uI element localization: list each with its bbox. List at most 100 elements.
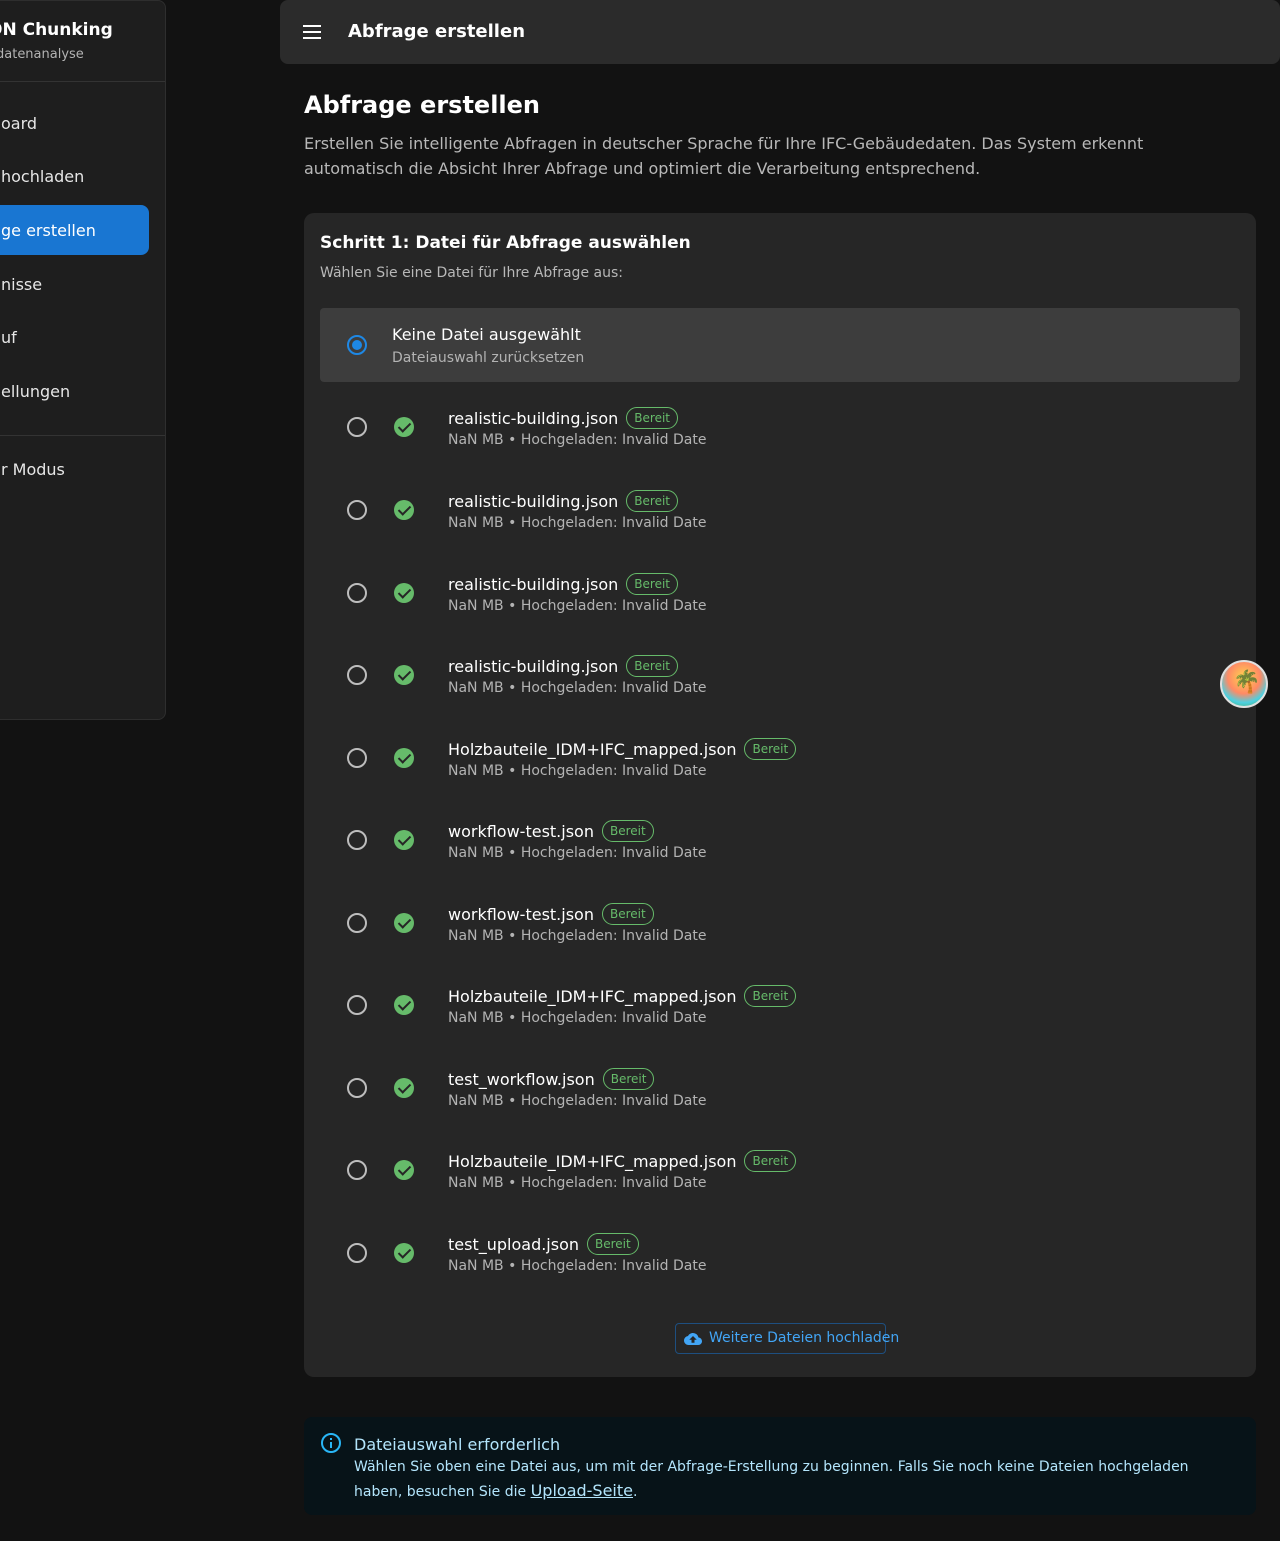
file-meta: NaN MB • Hochgeladen: Invalid Date	[448, 1093, 707, 1109]
status-badge: Bereit	[626, 490, 678, 512]
sidebar-item-label: uf	[1, 327, 17, 347]
file-option-sublabel: Dateiauswahl zurücksetzen	[392, 350, 585, 366]
page-description: Erstellen Sie intelligente Abfragen in d…	[304, 134, 1144, 178]
sidebar-item-dashboard[interactable]: oard	[0, 98, 149, 148]
file-meta: NaN MB • Hochgeladen: Invalid Date	[448, 1010, 707, 1026]
sidebar-item-label: r Modus	[1, 459, 65, 479]
radio-button[interactable]	[347, 583, 367, 603]
file-name-text: Holzbauteile_IDM+IFC_mapped.json	[448, 1151, 737, 1171]
file-name-text: workflow-test.json	[448, 821, 594, 841]
file-option[interactable]: realistic-building.json Bereit NaN MB • Ho…	[320, 633, 1240, 707]
alert-message: Wählen Sie oben eine Datei aus, um mit d…	[354, 1456, 1234, 1504]
alert-text: Wählen Sie oben eine Datei aus, um mit d…	[354, 1459, 1189, 1500]
app-subtitle: edatenanalyse	[0, 47, 84, 62]
file-name: test_workflow.json Bereit	[448, 1068, 655, 1090]
file-option[interactable]: Holzbauteile_IDM+IFC_mapped.json Bereit Na…	[320, 716, 1240, 790]
topbar-title: Abfrage erstellen	[348, 21, 526, 42]
check-circle-icon	[394, 748, 414, 768]
sidebar-divider	[0, 435, 165, 436]
radio-button-selected[interactable]	[347, 335, 367, 355]
file-name-text: realistic-building.json	[448, 491, 619, 511]
menu-icon[interactable]	[303, 25, 321, 39]
sidebar-header: ON Chunking edatenanalyse	[0, 1, 165, 82]
radio-button[interactable]	[347, 995, 367, 1015]
file-name-text: Holzbauteile_IDM+IFC_mapped.json	[448, 739, 737, 759]
sidebar-item-create-query[interactable]: ge erstellen	[0, 205, 149, 255]
status-badge: Bereit	[626, 407, 678, 429]
alert-suffix: .	[633, 1484, 638, 1500]
radio-button[interactable]	[347, 913, 367, 933]
file-option[interactable]: workflow-test.json Bereit NaN MB • Hochgel…	[320, 798, 1240, 872]
radio-button[interactable]	[347, 500, 367, 520]
file-option[interactable]: realistic-building.json Bereit NaN MB • Ho…	[320, 468, 1240, 542]
status-badge: Bereit	[744, 738, 797, 760]
step-subtitle: Wählen Sie eine Datei für Ihre Abfrage a…	[320, 265, 623, 281]
sidebar-item-label: ge erstellen	[1, 220, 96, 240]
info-alert: Dateiauswahl erforderlich Wählen Sie obe…	[304, 1417, 1256, 1515]
sidebar-item-label: oard	[1, 113, 38, 133]
status-badge: Bereit	[744, 1150, 797, 1172]
file-meta: NaN MB • Hochgeladen: Invalid Date	[448, 928, 707, 944]
file-option[interactable]: Holzbauteile_IDM+IFC_mapped.json Bereit Na…	[320, 1128, 1240, 1202]
sidebar-item-results[interactable]: nisse	[0, 259, 149, 309]
file-option[interactable]: workflow-test.json Bereit NaN MB • Hochgel…	[320, 881, 1240, 955]
cloud-upload-icon	[684, 1333, 702, 1345]
check-circle-icon	[394, 417, 414, 437]
radio-button[interactable]	[347, 1160, 367, 1180]
file-name-text: realistic-building.json	[448, 574, 619, 594]
check-circle-icon	[394, 1243, 414, 1263]
check-circle-icon	[394, 583, 414, 603]
check-circle-icon	[394, 1160, 414, 1180]
info-icon	[321, 1433, 341, 1453]
file-option[interactable]: test_upload.json Bereit NaN MB • Hochgelad…	[320, 1211, 1240, 1285]
radio-button[interactable]	[347, 748, 367, 768]
sidebar-item-mode-toggle[interactable]: r Modus	[0, 444, 149, 494]
app-title: ON Chunking	[0, 20, 113, 40]
radio-button[interactable]	[347, 830, 367, 850]
floating-assistant-avatar[interactable]	[1220, 660, 1268, 708]
sidebar-item-upload[interactable]: hochladen	[0, 151, 149, 201]
file-name: Holzbauteile_IDM+IFC_mapped.json Bereit	[448, 1150, 797, 1172]
sidebar-item-history[interactable]: uf	[0, 312, 149, 362]
status-badge: Bereit	[626, 573, 678, 595]
top-app-bar: Abfrage erstellen	[280, 0, 1280, 64]
file-meta: NaN MB • Hochgeladen: Invalid Date	[448, 1175, 707, 1191]
upload-page-link[interactable]: Upload-Seite	[531, 1481, 633, 1500]
check-circle-icon	[394, 665, 414, 685]
sidebar-item-label: nisse	[1, 274, 43, 294]
radio-button[interactable]	[347, 1243, 367, 1263]
upload-more-label: Weitere Dateien hochladen	[709, 1330, 900, 1346]
file-name: Holzbauteile_IDM+IFC_mapped.json Bereit	[448, 738, 797, 760]
radio-button[interactable]	[347, 417, 367, 437]
radio-button[interactable]	[347, 665, 367, 685]
file-name-text: test_upload.json	[448, 1234, 580, 1254]
upload-more-button[interactable]: Weitere Dateien hochladen	[675, 1323, 899, 1354]
file-meta: NaN MB • Hochgeladen: Invalid Date	[448, 680, 707, 696]
file-name: workflow-test.json Bereit	[448, 903, 654, 925]
file-meta: NaN MB • Hochgeladen: Invalid Date	[448, 598, 707, 614]
sidebar-item-settings[interactable]: ellungen	[0, 366, 149, 416]
check-circle-icon	[394, 913, 414, 933]
status-badge: Bereit	[601, 820, 654, 842]
file-option-none[interactable]: Keine Datei ausgewählt Dateiauswahl zurü…	[320, 308, 1240, 382]
file-option[interactable]: test_workflow.json Bereit NaN MB • Hochgel…	[320, 1046, 1240, 1120]
file-option[interactable]: Holzbauteile_IDM+IFC_mapped.json Bereit Na…	[320, 963, 1240, 1037]
file-name: realistic-building.json Bereit	[448, 490, 678, 512]
file-name-text: realistic-building.json	[448, 408, 619, 428]
file-name: workflow-test.json Bereit	[448, 820, 654, 842]
file-name: test_upload.json Bereit	[448, 1233, 639, 1255]
sidebar: ON Chunking edatenanalyse oard hochladen…	[0, 0, 166, 720]
step-title: Schritt 1: Datei für Abfrage auswählen	[320, 233, 691, 253]
status-badge: Bereit	[602, 1068, 655, 1090]
file-meta: NaN MB • Hochgeladen: Invalid Date	[448, 515, 707, 531]
status-badge: Bereit	[601, 903, 654, 925]
file-option[interactable]: realistic-building.json Bereit NaN MB • Ho…	[320, 385, 1240, 459]
file-option[interactable]: realistic-building.json Bereit NaN MB • Ho…	[320, 551, 1240, 625]
file-meta: NaN MB • Hochgeladen: Invalid Date	[448, 763, 707, 779]
sidebar-item-label: ellungen	[1, 381, 71, 401]
alert-title: Dateiauswahl erforderlich	[354, 1435, 561, 1454]
file-name-text: Holzbauteile_IDM+IFC_mapped.json	[448, 986, 737, 1006]
file-meta: NaN MB • Hochgeladen: Invalid Date	[448, 432, 707, 448]
radio-button[interactable]	[347, 1078, 367, 1098]
file-name: Holzbauteile_IDM+IFC_mapped.json Bereit	[448, 985, 797, 1007]
